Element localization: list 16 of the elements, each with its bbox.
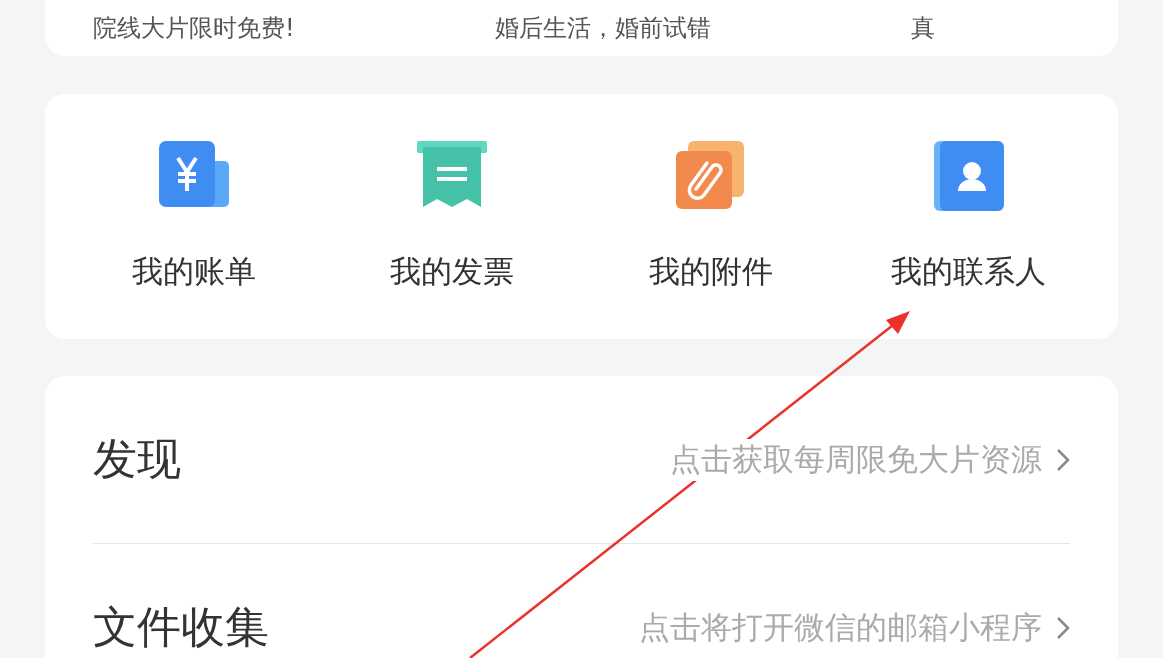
item-hint: 点击获取每周限免大片资源 [670,438,1042,481]
contact-card-icon [933,140,1004,211]
shortcut-button[interactable]: 我的发票 [323,140,582,293]
item-title: 发现 [93,432,181,486]
chevron-right-icon [1056,447,1070,472]
shortcut-button[interactable]: 我的账单 [65,140,324,293]
paperclip-icon [675,140,746,211]
banner-text[interactable]: 婚后生活，婚前试错 [494,12,711,44]
chevron-right-icon [1056,615,1070,640]
banner-text[interactable]: 真 [910,12,935,44]
shortcut-button[interactable]: 我的联系人 [839,140,1098,293]
shortcut-button[interactable]: 我的附件 [581,140,840,293]
list-item[interactable]: 发现 点击获取每周限免大片资源 [93,376,1070,543]
banner-text[interactable]: 院线大片限时免费! [93,12,295,44]
item-title: 文件收集 [93,600,269,654]
list-item[interactable]: 文件收集 点击将打开微信的邮箱小程序 [93,544,1070,658]
